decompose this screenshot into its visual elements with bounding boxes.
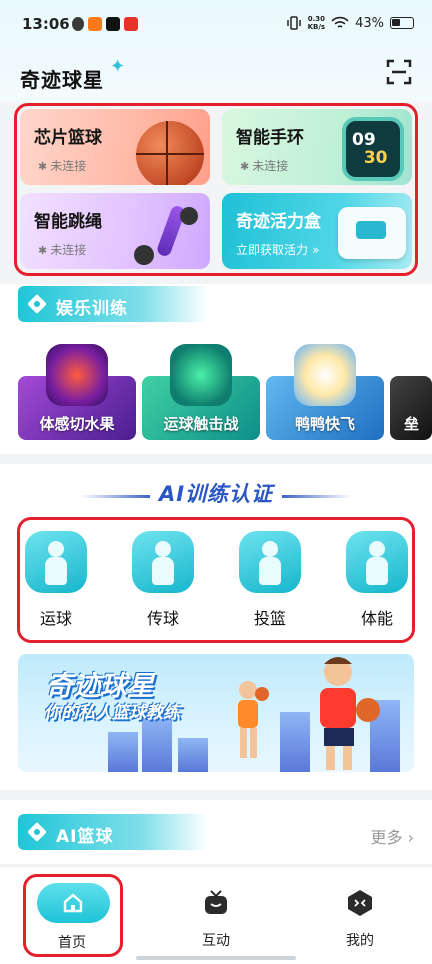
tv-icon[interactable]	[202, 889, 230, 917]
device-card-smart-band[interactable]: 09 30 智能手环 ✱ 未连接	[222, 109, 412, 185]
device-status: ✱ 未连接	[38, 243, 87, 257]
skill-label: 体能	[360, 609, 393, 628]
battery-percent: 43%	[355, 15, 384, 31]
duck-game-icon	[294, 344, 356, 406]
device-card-vitality-box[interactable]: 奇迹活力盒 立即获取活力»	[222, 193, 412, 269]
sparkle-icon: ✦	[110, 56, 126, 77]
bluetooth-icon: ✱	[38, 244, 48, 257]
home-icon	[63, 893, 83, 913]
ai-training-title: AI训练认证	[80, 478, 352, 514]
notification-icons	[72, 17, 138, 31]
device-status: ✱ 未连接	[38, 159, 87, 173]
section-header-ai-basketball: AI篮球	[18, 814, 208, 850]
skill-fitness[interactable]: 体能	[345, 531, 409, 629]
tiktok-icon	[106, 17, 120, 31]
pass-icon	[132, 531, 194, 593]
skill-label: 运球	[39, 609, 72, 628]
tab-label-mine[interactable]: 我的	[346, 930, 374, 950]
skill-shoot[interactable]: 投篮	[238, 531, 302, 629]
section-header-entertainment: 娱乐训练	[18, 286, 208, 322]
device-name: 芯片篮球	[34, 128, 102, 148]
player-illustration	[320, 657, 380, 770]
get-vitality-link[interactable]: 立即获取活力»	[236, 241, 319, 258]
section-title: AI篮球	[56, 827, 114, 847]
banner-subtitle: 你的私人篮球教练	[44, 703, 180, 723]
tab-label-home[interactable]: 首页	[58, 932, 86, 952]
chevron-right-icon: ›	[407, 828, 414, 847]
diamond-icon	[27, 822, 47, 842]
double-chevron-icon: »	[312, 243, 320, 257]
app-header: 奇迹球星 ✦	[0, 50, 432, 102]
device-cards: 芯片篮球 ✱ 未连接 09 30 智能手环 ✱ 未连接 智能跳绳 ✱ 未连接 奇迹活力…	[14, 103, 418, 276]
smartwatch-icon: 09 30	[342, 117, 404, 181]
device-name: 智能跳绳	[34, 212, 102, 232]
battery-icon	[390, 17, 414, 29]
app-notification-icon	[88, 17, 102, 31]
vibrate-icon	[286, 16, 301, 30]
shoot-icon	[239, 531, 301, 593]
device-card-smart-rope[interactable]: 智能跳绳 ✱ 未连接	[20, 193, 210, 269]
bluetooth-icon: ✱	[38, 160, 48, 173]
dribble-game-icon	[170, 344, 232, 406]
device-name: 智能手环	[236, 128, 304, 148]
device-card-chip-basketball[interactable]: 芯片篮球 ✱ 未连接	[20, 109, 210, 185]
dribble-icon	[25, 531, 87, 593]
tab-label-interact[interactable]: 互动	[202, 930, 230, 950]
section-title: 娱乐训练	[56, 299, 128, 319]
status-bar: 13:06 0.30 KB/s 43%	[0, 0, 432, 50]
skill-label: 投篮	[253, 609, 286, 628]
app-notification-icon	[124, 17, 138, 31]
device-status: ✱ 未连接	[240, 159, 289, 173]
jump-rope-icon	[134, 197, 198, 265]
status-right: 0.30 KB/s 43%	[286, 15, 414, 31]
vitality-box-icon	[338, 207, 406, 259]
skill-label: 传球	[146, 609, 179, 628]
gesture-bar	[136, 956, 296, 960]
basketball-icon	[136, 121, 204, 185]
profile-hex-icon[interactable]	[346, 889, 374, 917]
network-speed: 0.30 KB/s	[307, 15, 326, 31]
diamond-icon	[27, 294, 47, 314]
bluetooth-icon: ✱	[240, 160, 250, 173]
promo-banner[interactable]: 奇迹球星 你的私人篮球教练	[18, 654, 414, 772]
app-title: 奇迹球星	[20, 68, 104, 92]
player-illustration	[238, 681, 269, 758]
skill-dribble[interactable]: 运球	[24, 531, 88, 629]
scan-icon[interactable]	[386, 59, 412, 85]
fruit-game-icon	[46, 344, 108, 406]
game-partial[interactable]: 垒	[390, 376, 432, 440]
app-notification-icon	[72, 17, 84, 31]
status-time: 13:06	[22, 15, 70, 33]
skill-pass[interactable]: 传球	[131, 531, 195, 629]
device-name: 奇迹活力盒	[236, 212, 321, 232]
wifi-icon	[331, 16, 349, 28]
fitness-icon	[346, 531, 408, 593]
more-link[interactable]: 更多 ›	[370, 824, 414, 848]
